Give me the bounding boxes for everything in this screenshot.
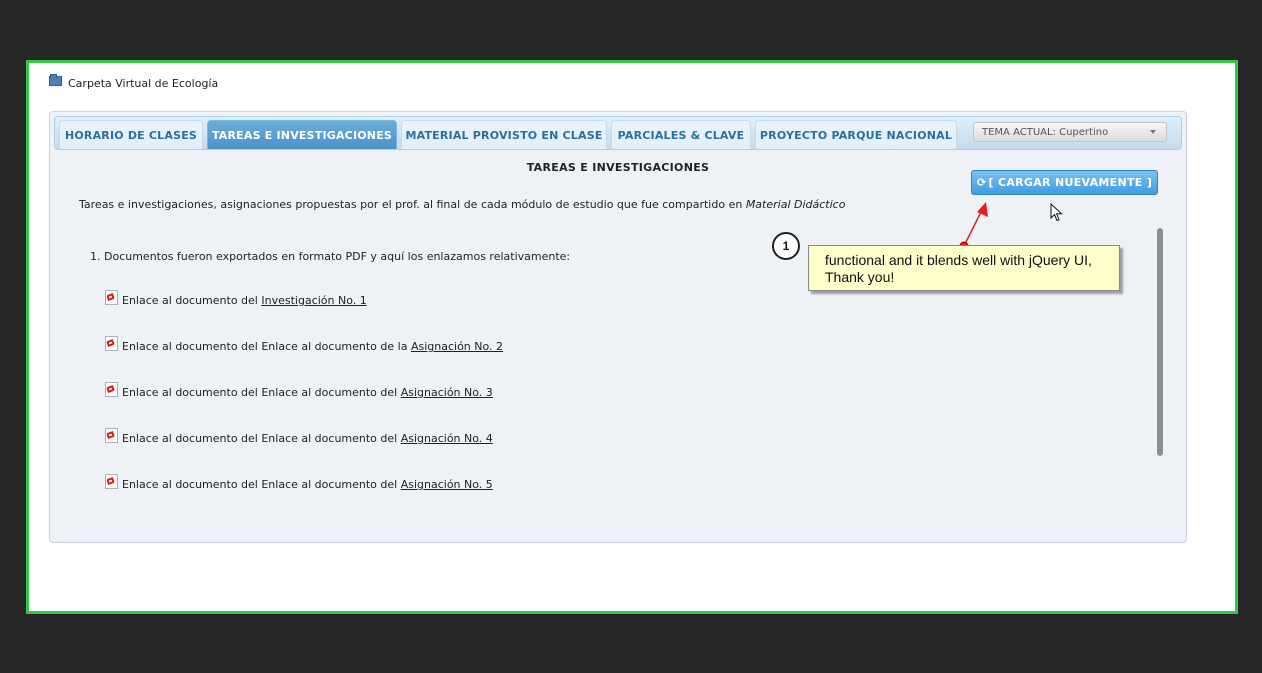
pdf-icon	[105, 336, 118, 351]
annotation-callout: functional and it blends well with jQuer…	[808, 245, 1120, 291]
document-item: Enlace al documento del Enlace al docume…	[105, 428, 493, 446]
chevron-down-icon	[1150, 130, 1156, 134]
folder-icon	[49, 73, 62, 86]
pdf-icon	[105, 474, 118, 489]
document-item: Enlace al documento del Investigación No…	[105, 290, 367, 308]
mouse-cursor-icon	[1050, 203, 1063, 222]
step-number-badge: 1	[772, 232, 800, 260]
document-item: Enlace al documento del Enlace al docume…	[105, 382, 493, 400]
description: Tareas e investigaciones, asignaciones p…	[79, 198, 845, 211]
document-prefix: Enlace al documento del Enlace al docume…	[122, 432, 398, 445]
app-frame: Carpeta Virtual de Ecología HORARIO DE C…	[26, 60, 1238, 614]
reload-button-label: [ CARGAR NUEVAMENTE ]	[988, 176, 1153, 189]
tab-bar: HORARIO DE CLASES TAREAS E INVESTIGACION…	[54, 116, 1182, 150]
theme-select[interactable]: TEMA ACTUAL: Cupertino	[973, 122, 1167, 142]
document-prefix: Enlace al documento del	[122, 294, 258, 307]
tab-proyecto-parque-nacional[interactable]: PROYECTO PARQUE NACIONAL	[755, 120, 957, 149]
tab-horario-de-clases[interactable]: HORARIO DE CLASES	[59, 120, 203, 149]
tabs-panel: HORARIO DE CLASES TAREAS E INVESTIGACION…	[49, 111, 1187, 543]
document-item: Enlace al documento del Enlace al docume…	[105, 336, 503, 354]
document-prefix: Enlace al documento del Enlace al docume…	[122, 340, 408, 353]
pdf-icon	[105, 290, 118, 305]
folder-title: Carpeta Virtual de Ecología	[68, 77, 219, 90]
description-text: Tareas e investigaciones, asignaciones p…	[79, 198, 746, 211]
reload-button[interactable]: ⟳ [ CARGAR NUEVAMENTE ]	[971, 170, 1158, 195]
description-emphasis: Material Didáctico	[745, 198, 846, 211]
theme-select-value: TEMA ACTUAL: Cupertino	[982, 126, 1109, 138]
document-item: Enlace al documento del Enlace al docume…	[105, 474, 493, 492]
section-heading: 1. Documentos fueron exportados en forma…	[90, 250, 571, 263]
document-link[interactable]: Asignación No. 2	[411, 340, 503, 353]
document-link[interactable]: Asignación No. 5	[401, 478, 493, 491]
tab-parciales-clave[interactable]: PARCIALES & CLAVE	[611, 120, 751, 149]
document-prefix: Enlace al documento del Enlace al docume…	[122, 386, 398, 399]
refresh-icon: ⟳	[976, 176, 987, 189]
document-link[interactable]: Asignación No. 3	[401, 386, 493, 399]
pdf-icon	[105, 382, 118, 397]
tab-material-provisto-en-clase[interactable]: MATERIAL PROVISTO EN CLASE	[401, 120, 607, 149]
document-link[interactable]: Investigación No. 1	[261, 294, 366, 307]
pdf-icon	[105, 428, 118, 443]
document-link[interactable]: Asignación No. 4	[401, 432, 493, 445]
document-prefix: Enlace al documento del Enlace al docume…	[122, 478, 398, 491]
scrollbar[interactable]	[1157, 228, 1163, 456]
folder-header: Carpeta Virtual de Ecología	[49, 73, 219, 90]
tab-tareas-e-investigaciones[interactable]: TAREAS E INVESTIGACIONES	[207, 120, 397, 149]
